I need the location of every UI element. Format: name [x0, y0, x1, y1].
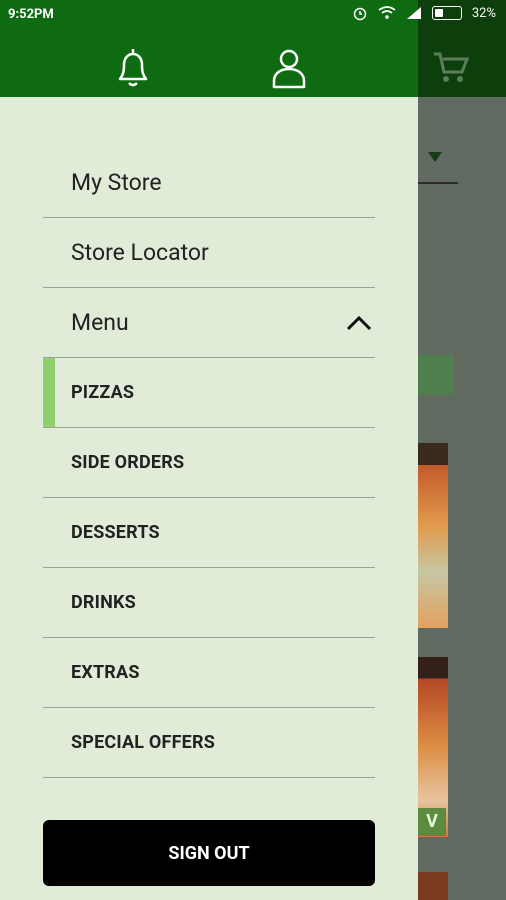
submenu-item-label: PIZZAS — [71, 382, 135, 403]
alarm-icon — [353, 7, 367, 21]
menu-item-menu[interactable]: Menu — [43, 288, 375, 358]
submenu-item-label: DRINKS — [71, 592, 136, 613]
menu-item-my-store[interactable]: My Store — [43, 148, 375, 218]
pizza-card-image — [418, 443, 448, 628]
menu-item-label: Store Locator — [71, 239, 209, 266]
pizza-card-image — [418, 872, 448, 900]
veg-tag: V — [418, 808, 446, 836]
submenu-item-label: SPECIAL OFFERS — [71, 732, 216, 753]
chevron-up-icon[interactable] — [345, 314, 373, 332]
user-icon[interactable] — [266, 45, 312, 91]
status-bar: 9:52PM 32% — [0, 0, 506, 30]
submenu-item-label: SIDE ORDERS — [71, 452, 185, 473]
navigation-drawer: My Store Store Locator Menu PIZZAS SIDE … — [0, 0, 418, 900]
submenu-item-label: EXTRAS — [71, 662, 140, 683]
active-indicator — [43, 358, 55, 427]
battery-percent: 32% — [471, 5, 496, 21]
menu-item-label: Menu — [71, 309, 129, 336]
signal-icon — [406, 7, 421, 19]
submenu-item-extras[interactable]: EXTRAS — [43, 638, 375, 708]
green-button-dimmed — [418, 355, 454, 395]
menu-item-store-locator[interactable]: Store Locator — [43, 218, 375, 288]
battery-icon — [431, 6, 462, 20]
dropdown-underline — [418, 182, 458, 184]
bell-icon[interactable] — [110, 45, 156, 91]
dropdown-caret-icon — [428, 152, 442, 162]
sign-out-button[interactable]: SIGN OUT — [43, 820, 375, 886]
submenu-item-label: DESSERTS — [71, 522, 160, 543]
submenu-item-side-orders[interactable]: SIDE ORDERS — [43, 428, 375, 498]
wifi-icon — [378, 6, 396, 19]
submenu-item-pizzas[interactable]: PIZZAS — [43, 358, 375, 428]
status-time: 9:52PM — [8, 7, 54, 22]
cart-icon — [434, 52, 470, 82]
drawer-menu: My Store Store Locator Menu PIZZAS SIDE … — [43, 148, 375, 778]
submenu-item-desserts[interactable]: DESSERTS — [43, 498, 375, 568]
status-icons: 32% — [352, 5, 496, 21]
submenu-item-drinks[interactable]: DRINKS — [43, 568, 375, 638]
menu-item-label: My Store — [71, 169, 162, 196]
submenu-item-special-offers[interactable]: SPECIAL OFFERS — [43, 708, 375, 778]
